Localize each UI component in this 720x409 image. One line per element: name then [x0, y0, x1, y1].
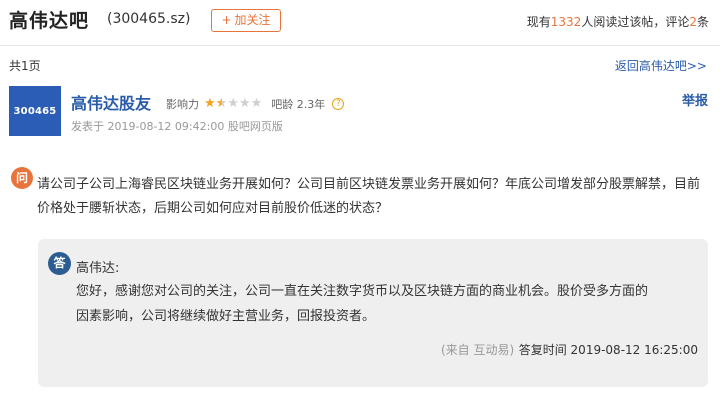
bar-age: 吧龄 2.3年: [271, 98, 326, 111]
star-half-icon: ★: [215, 96, 228, 111]
read-stats: 现有1332人阅读过该帖，评论2条: [527, 13, 709, 30]
star-empty-icon: ★: [238, 96, 251, 111]
stock-code: (300465.sz): [107, 11, 191, 27]
comment-suffix: 条: [696, 15, 709, 29]
avatar[interactable]: 300465: [9, 86, 61, 136]
read-count: 1332: [550, 15, 582, 29]
star-empty-icon: ★: [227, 96, 239, 111]
answer-icon: 答: [48, 252, 71, 275]
post-meta: 发表于 2019-08-12 09:42:00 股吧网页版: [71, 120, 283, 133]
answer-source: (来自 互动易): [441, 343, 515, 357]
user-name[interactable]: 高伟达股友: [71, 90, 151, 114]
answer-time: 答复时间 2019-08-12 16:25:00: [518, 343, 698, 357]
star-full-icon: ★: [204, 96, 216, 111]
question-icon: 问: [11, 167, 33, 189]
follow-button[interactable]: + 加关注: [211, 9, 281, 32]
read-suffix: 人阅读过该帖，评论: [581, 15, 690, 29]
page-count: 共1页: [9, 59, 41, 73]
plus-icon: +: [221, 13, 232, 27]
influence-rating: 影响力 ★ ★ ★ ★ ★ 吧龄 2.3年 ?: [166, 96, 345, 112]
page-header: 高伟达吧 (300465.sz) + 加关注 现有1332人阅读过该帖，评论2条: [0, 0, 720, 46]
follow-label: 加关注: [234, 13, 271, 27]
star-empty-icon: ★: [250, 96, 263, 111]
answer-name: 高伟达:: [76, 261, 120, 276]
report-button[interactable]: 举报: [682, 90, 708, 109]
bar-title[interactable]: 高伟达吧: [9, 6, 89, 33]
influence-stars: ★ ★ ★ ★ ★: [204, 96, 263, 111]
answer-text: 您好，感谢您对公司的关注，公司一直在关注数字货币以及区块链方面的商业机会。股价受…: [76, 284, 649, 324]
comment-count: 2: [689, 15, 697, 29]
read-prefix: 现有: [526, 15, 551, 29]
question-text: 请公司子公司上海睿民区块链业务开展如何？公司目前区块链发票业务开展如何？年底公司…: [37, 177, 701, 216]
help-icon[interactable]: ?: [332, 98, 345, 110]
influence-label: 影响力: [166, 98, 199, 111]
answer-box: 答 高伟达: 您好，感谢您对公司的关注，公司一直在关注数字货币以及区块链方面的商…: [38, 239, 708, 387]
return-to-bar-link[interactable]: 返回高伟达吧>>: [615, 57, 707, 74]
